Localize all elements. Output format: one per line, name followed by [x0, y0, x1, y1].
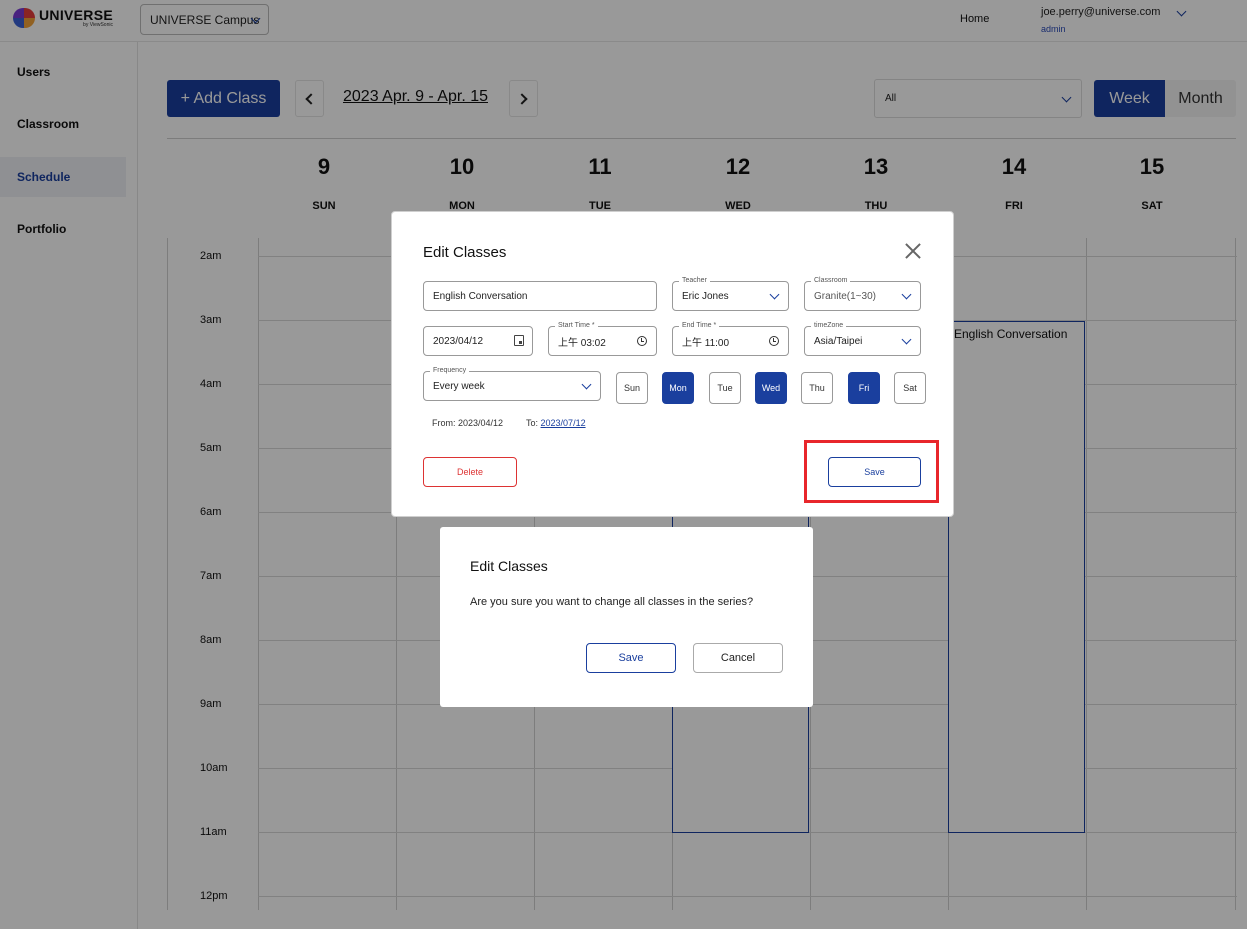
save-highlight-box — [804, 440, 939, 503]
clock-icon[interactable] — [769, 336, 779, 346]
frequency-select[interactable]: Frequency Every week — [423, 366, 601, 401]
confirm-dialog: Edit Classes Are you sure you want to ch… — [440, 527, 813, 707]
weekday-toggle-sun[interactable]: Sun — [616, 372, 648, 404]
classroom-label: Classroom — [811, 276, 851, 286]
start-time-input[interactable]: Start Time * 上午 03:02 — [548, 321, 657, 356]
weekday-toggle-thu[interactable]: Thu — [801, 372, 833, 404]
chevron-down-icon — [769, 289, 780, 300]
confirm-message: Are you sure you want to change all clas… — [470, 596, 754, 608]
frequency-label: Frequency — [430, 366, 470, 376]
weekday-toggle-sat[interactable]: Sat — [894, 372, 926, 404]
weekday-toggle-wed[interactable]: Wed — [755, 372, 787, 404]
calendar-icon[interactable] — [514, 335, 524, 346]
start-time-value: 上午 03:02 — [558, 337, 606, 349]
frequency-value: Every week — [433, 380, 485, 392]
classroom-select[interactable]: Classroom Granite(1~30) — [804, 276, 921, 311]
repeat-to-text: To: 2023/07/12 — [526, 418, 586, 428]
timezone-value: Asia/Taipei — [814, 335, 863, 347]
end-time-input[interactable]: End Time * 上午 11:00 — [672, 321, 789, 356]
teacher-value: Eric Jones — [682, 290, 729, 302]
weekday-toggle-mon[interactable]: Mon — [662, 372, 694, 404]
weekday-toggle-tue[interactable]: Tue — [709, 372, 741, 404]
close-icon[interactable] — [905, 243, 921, 259]
class-name-value: English Conversation — [433, 290, 528, 302]
teacher-select[interactable]: Teacher Eric Jones — [672, 276, 789, 311]
end-time-label: End Time * — [679, 321, 720, 331]
repeat-to-label: To: — [526, 418, 539, 428]
clock-icon[interactable] — [637, 336, 647, 346]
repeat-end-date-link[interactable]: 2023/07/12 — [541, 418, 586, 428]
dialog-title: Edit Classes — [423, 244, 507, 261]
class-name-input[interactable]: English Conversation — [423, 281, 657, 311]
confirm-save-button[interactable]: Save — [586, 643, 676, 673]
delete-button[interactable]: Delete — [423, 457, 517, 487]
date-value: 2023/04/12 — [433, 335, 484, 347]
confirm-cancel-button[interactable]: Cancel — [693, 643, 783, 673]
timezone-label: timeZone — [811, 321, 847, 331]
start-time-label: Start Time * — [555, 321, 598, 331]
repeat-from-text: From: 2023/04/12 — [432, 418, 504, 428]
teacher-label: Teacher — [679, 276, 710, 286]
chevron-down-icon — [901, 289, 912, 300]
chevron-down-icon — [581, 379, 592, 390]
end-time-value: 上午 11:00 — [682, 337, 730, 349]
weekday-toggle-fri[interactable]: Fri — [848, 372, 880, 404]
classroom-value: Granite(1~30) — [814, 290, 876, 302]
date-input[interactable]: 2023/04/12 — [423, 326, 533, 356]
confirm-title: Edit Classes — [470, 558, 548, 574]
chevron-down-icon — [901, 334, 912, 345]
timezone-select[interactable]: timeZone Asia/Taipei — [804, 321, 921, 356]
